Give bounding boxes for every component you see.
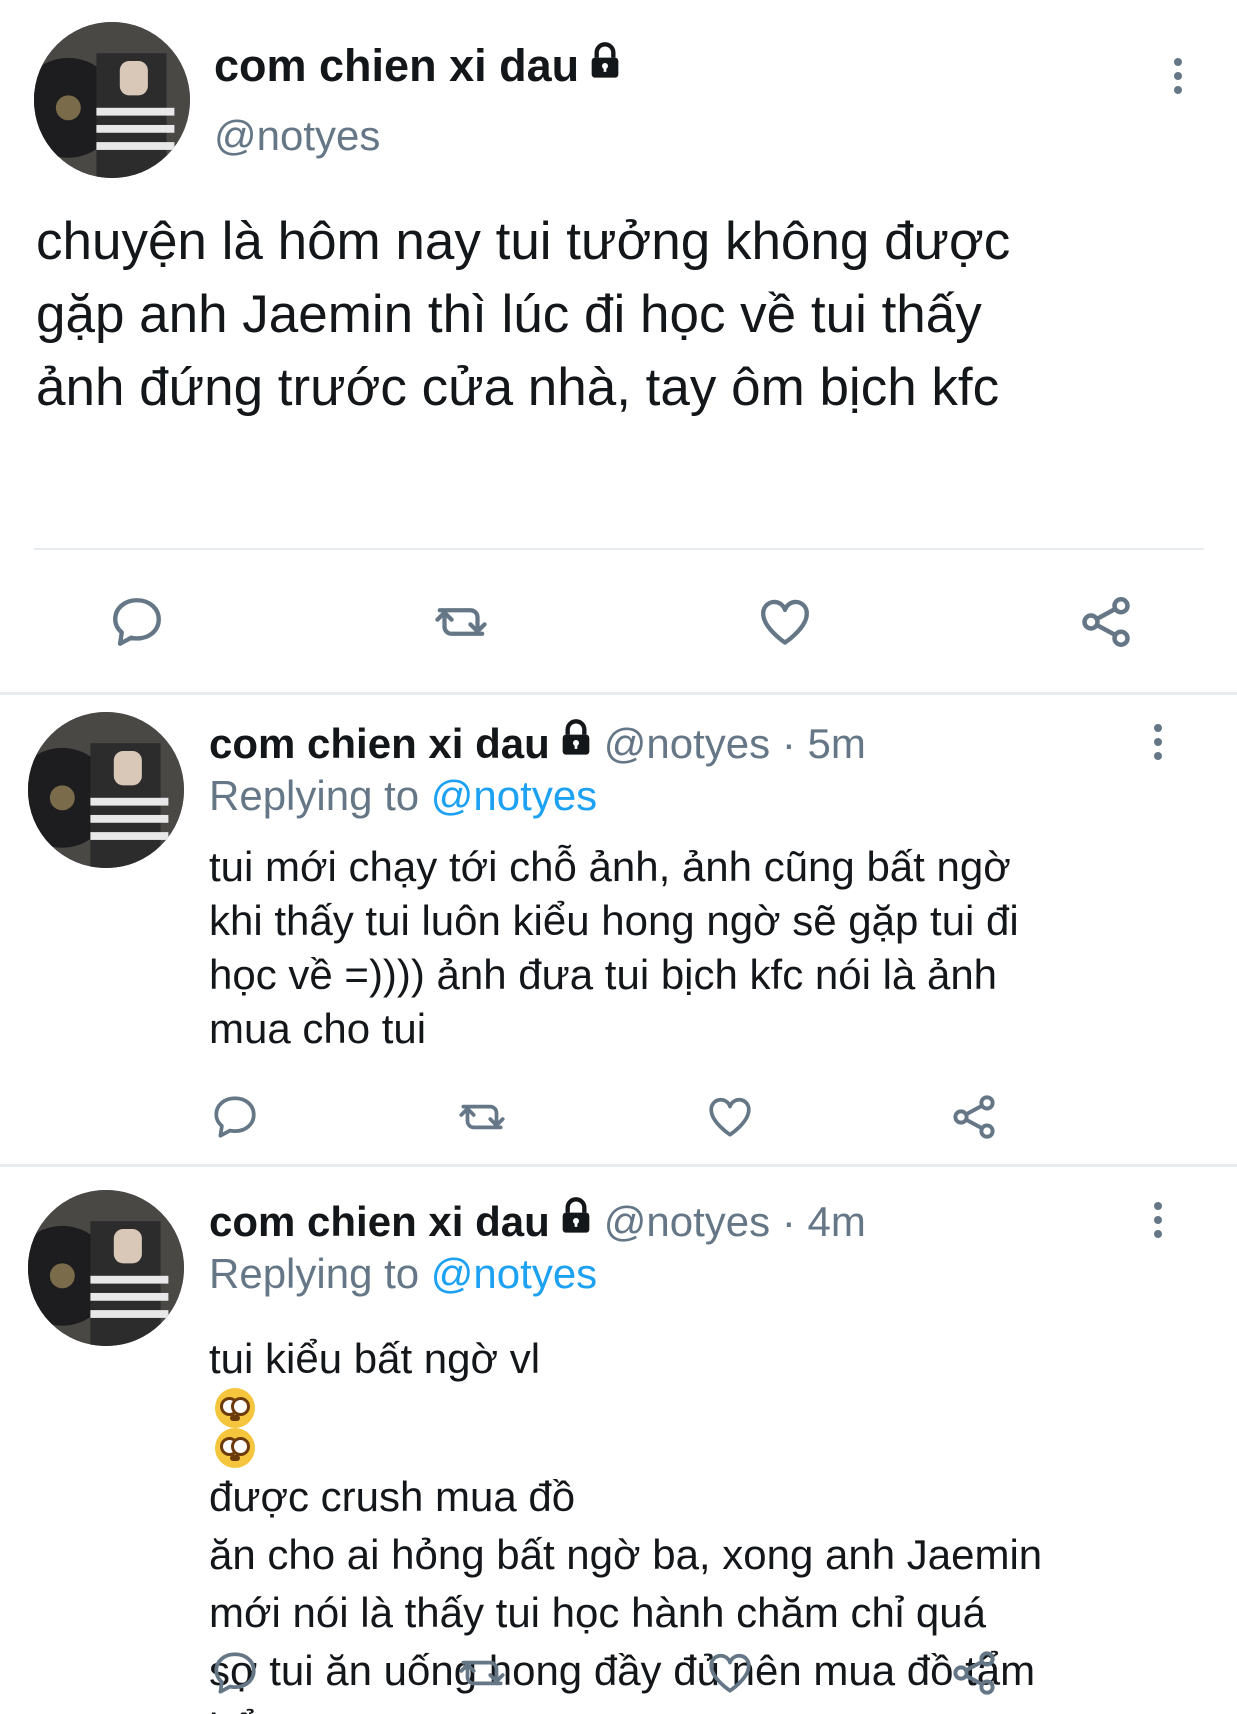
separator	[0, 1164, 1237, 1167]
tweet-line: chuyện là hôm nay tui tưởng không được	[36, 212, 1011, 271]
mention-link[interactable]: @notyes	[431, 772, 597, 819]
avatar[interactable]	[28, 712, 184, 868]
avatar[interactable]	[28, 1190, 184, 1346]
heart-icon[interactable]	[705, 1092, 755, 1142]
lock-icon	[562, 719, 590, 755]
replying-to: Replying to @notyes	[209, 772, 597, 820]
tweet-text: chuyện là hôm nay tui tưởng không được g…	[36, 205, 1216, 424]
reply-icon[interactable]	[108, 593, 166, 651]
reply-header: com chien xi dau @notyes · 5m	[209, 718, 866, 768]
reply-icon[interactable]	[210, 1648, 260, 1698]
tweet-line: ảnh đứng trước cửa nhà, tay ôm bịch kfc	[36, 358, 1000, 417]
reply-line: học về =)))) ảnh đưa tui bịch kfc nói là…	[209, 951, 998, 998]
lock-icon	[562, 1197, 590, 1233]
reply-line: mua cho tui	[209, 1005, 427, 1052]
reply-line: tui kiểu bất ngờ vl được crush mua đồ	[209, 1330, 1219, 1526]
reply-icon[interactable]	[210, 1092, 260, 1142]
heart-icon[interactable]	[705, 1648, 755, 1698]
avatar[interactable]	[34, 22, 190, 178]
reply-meta[interactable]: @notyes · 5m	[604, 720, 866, 767]
author-name-text: com chien xi dau	[214, 40, 580, 91]
mention-link[interactable]: @notyes	[431, 1250, 597, 1297]
author-name[interactable]: com chien xi dau	[209, 720, 550, 767]
share-icon[interactable]	[948, 1091, 1000, 1143]
reply-line: tui mới chạy tới chỗ ảnh, ảnh cũng bất n…	[209, 843, 1011, 890]
retweet-icon[interactable]	[428, 593, 494, 651]
replying-to: Replying to @notyes	[209, 1250, 597, 1298]
reply-line: mới nói là thấy tui học hành chăm chỉ qu…	[209, 1589, 986, 1636]
more-vertical-icon[interactable]	[1148, 1202, 1168, 1238]
reply-header: com chien xi dau @notyes · 4m	[209, 1196, 866, 1246]
reply-line: khi thấy tui luôn kiểu hong ngờ sẽ gặp t…	[209, 897, 1019, 944]
divider	[34, 548, 1204, 550]
flushed-face-emoji	[215, 1388, 255, 1428]
share-icon[interactable]	[948, 1647, 1000, 1699]
reply-actions	[210, 1092, 1000, 1142]
tweet-actions	[108, 592, 1136, 652]
reply-line: bổ	[209, 1700, 1219, 1714]
author-handle[interactable]: @notyes	[214, 112, 380, 160]
replying-prefix: Replying to	[209, 772, 420, 819]
reply-actions	[210, 1648, 1000, 1698]
retweet-icon[interactable]	[453, 1092, 511, 1142]
share-icon[interactable]	[1076, 592, 1136, 652]
tweet-line: gặp anh Jaemin thì lúc đi học về tui thấ…	[36, 285, 982, 344]
separator	[0, 692, 1237, 695]
reply-line-start: tui kiểu bất ngờ vl	[209, 1335, 541, 1382]
reply-meta[interactable]: @notyes · 4m	[604, 1198, 866, 1245]
author-name[interactable]: com chien xi dau	[209, 1198, 550, 1245]
heart-icon[interactable]	[756, 593, 814, 651]
flushed-face-emoji	[215, 1428, 255, 1468]
reply-line-end: được crush mua đồ	[209, 1473, 576, 1520]
more-vertical-icon[interactable]	[1148, 724, 1168, 760]
lock-icon	[591, 42, 619, 78]
more-vertical-icon[interactable]	[1168, 58, 1188, 94]
author-name[interactable]: com chien xi dau	[214, 40, 625, 92]
reply-text: tui mới chạy tới chỗ ảnh, ảnh cũng bất n…	[209, 840, 1219, 1056]
replying-prefix: Replying to	[209, 1250, 420, 1297]
retweet-icon[interactable]	[453, 1648, 511, 1698]
reply-line: ăn cho ai hỏng bất ngờ ba, xong anh Jaem…	[209, 1531, 1043, 1578]
